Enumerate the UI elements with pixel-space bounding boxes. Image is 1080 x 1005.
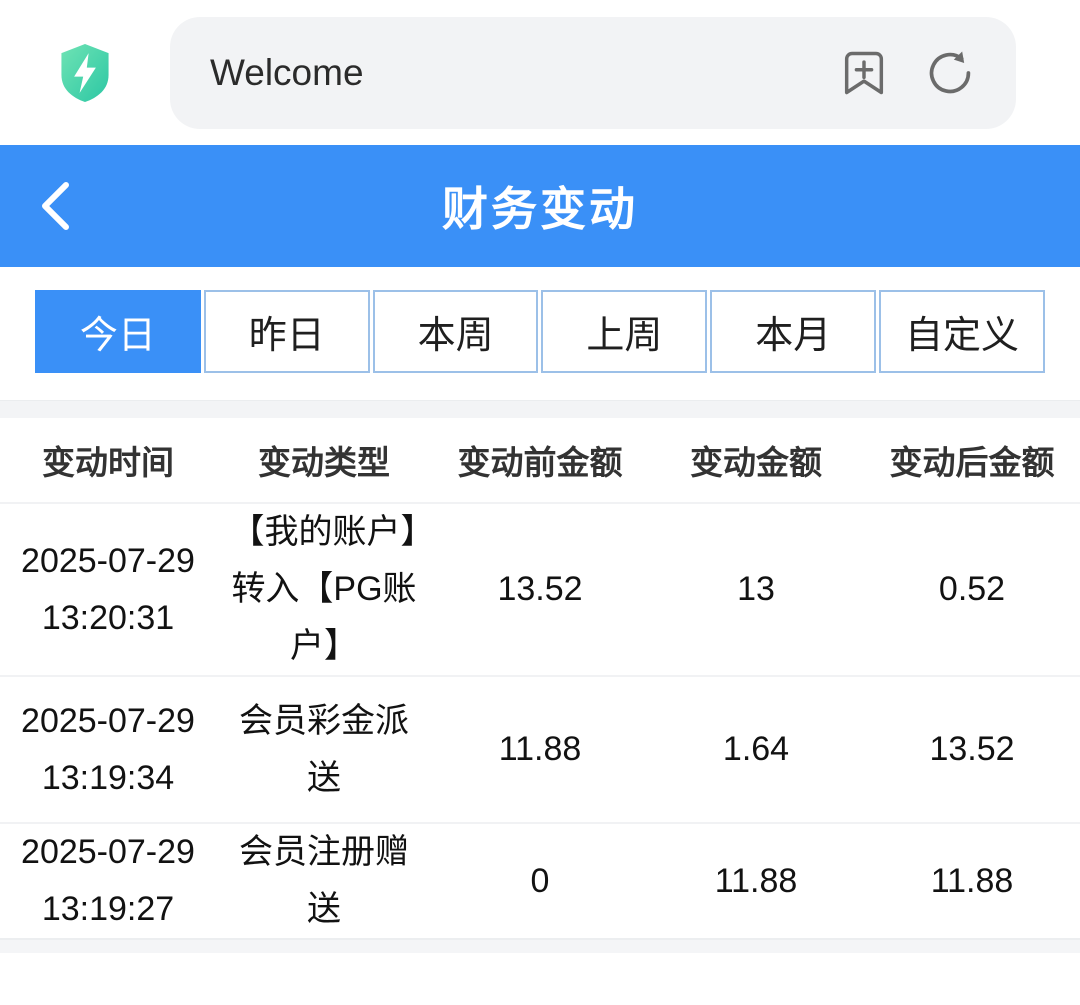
- bottom-divider: [0, 938, 1080, 953]
- refresh-icon[interactable]: [924, 47, 976, 99]
- cell-change-type: 【我的账户】转入【PG账户】: [216, 503, 432, 676]
- cell-amount-after: 11.88: [864, 823, 1080, 938]
- cell-change-type: 会员彩金派送: [216, 676, 432, 823]
- tab-label: 今日: [80, 304, 156, 359]
- date-range-tab[interactable]: 上周: [541, 290, 707, 373]
- cell-change-type: 会员注册赠送: [216, 823, 432, 938]
- column-header: 变动金额: [648, 418, 864, 503]
- cell-amount-after: 0.52: [864, 503, 1080, 676]
- address-bar-text: Welcome: [210, 52, 838, 94]
- column-header: 变动后金额: [864, 418, 1080, 503]
- table-row: 2025-07-29 13:20:31 【我的账户】转入【PG账户】 13.52…: [0, 503, 1080, 676]
- cell-amount-before: 0: [432, 823, 648, 938]
- bookmark-add-icon[interactable]: [838, 47, 890, 99]
- tab-label: 上周: [586, 304, 662, 359]
- cell-change-time: 2025-07-29 13:19:27: [0, 823, 216, 938]
- table-row: 2025-07-29 13:19:27 会员注册赠送 0 11.88 11.88: [0, 823, 1080, 938]
- financial-changes-table: 变动时间 变动类型 变动前金额 变动金额 变动后金额 2025-07-29 13…: [0, 418, 1080, 938]
- date-range-tab[interactable]: 自定义: [879, 290, 1045, 373]
- date-range-tabs-container: 今日 昨日 本周 上周 本月 自定义: [0, 267, 1080, 400]
- page-header: 财务变动: [0, 145, 1080, 267]
- chevron-left-icon: [38, 180, 72, 232]
- site-logo-shield-lightning-icon: [56, 42, 114, 104]
- cell-amount-after: 13.52: [864, 676, 1080, 823]
- column-header: 变动时间: [0, 418, 216, 503]
- page-title: 财务变动: [442, 173, 638, 239]
- tab-label: 本月: [755, 304, 831, 359]
- date-range-tab[interactable]: 昨日: [204, 290, 370, 373]
- change-clock: 13:19:27: [8, 881, 208, 938]
- table-header-row: 变动时间 变动类型 变动前金额 变动金额 变动后金额: [0, 418, 1080, 503]
- column-header: 变动类型: [216, 418, 432, 503]
- back-button[interactable]: [38, 145, 108, 267]
- date-range-tab[interactable]: 本月: [710, 290, 876, 373]
- cell-change-time: 2025-07-29 13:19:34: [0, 676, 216, 823]
- address-bar[interactable]: Welcome: [170, 17, 1016, 129]
- cell-amount-change: 1.64: [648, 676, 864, 823]
- table-row: 2025-07-29 13:19:34 会员彩金派送 11.88 1.64 13…: [0, 676, 1080, 823]
- cell-amount-change: 11.88: [648, 823, 864, 938]
- change-date: 2025-07-29: [8, 824, 208, 881]
- cell-amount-before: 13.52: [432, 503, 648, 676]
- section-divider: [0, 400, 1080, 418]
- change-clock: 13:19:34: [8, 750, 208, 807]
- cell-change-time: 2025-07-29 13:20:31: [0, 503, 216, 676]
- column-header: 变动前金额: [432, 418, 648, 503]
- cell-amount-change: 13: [648, 503, 864, 676]
- date-range-tabs: 今日 昨日 本周 上周 本月 自定义: [35, 290, 1045, 373]
- change-date: 2025-07-29: [8, 693, 208, 750]
- cell-amount-before: 11.88: [432, 676, 648, 823]
- change-clock: 13:20:31: [8, 590, 208, 647]
- date-range-tab[interactable]: 本周: [373, 290, 539, 373]
- change-date: 2025-07-29: [8, 533, 208, 590]
- date-range-tab[interactable]: 今日: [35, 290, 201, 373]
- tab-label: 自定义: [905, 304, 1019, 359]
- tab-label: 本周: [418, 304, 494, 359]
- table-body: 2025-07-29 13:20:31 【我的账户】转入【PG账户】 13.52…: [0, 503, 1080, 938]
- browser-top-bar: Welcome: [0, 0, 1080, 145]
- tab-label: 昨日: [249, 304, 325, 359]
